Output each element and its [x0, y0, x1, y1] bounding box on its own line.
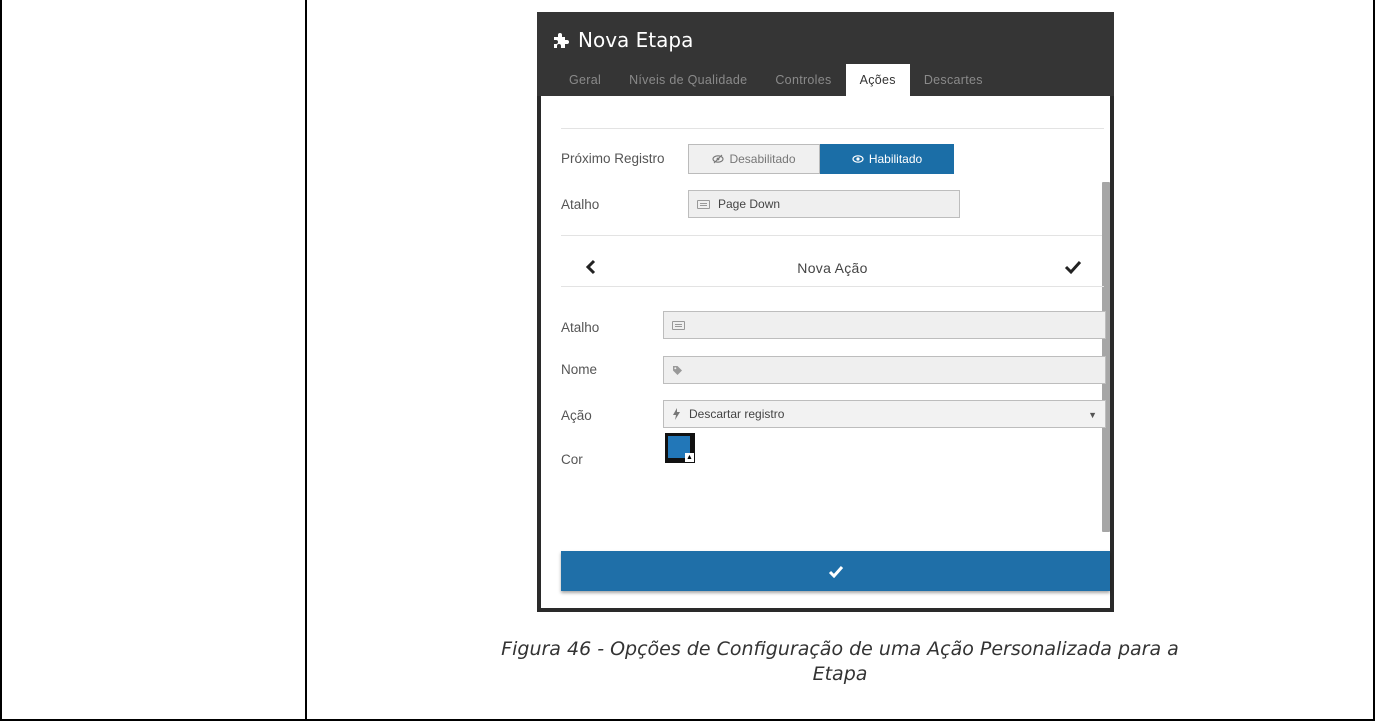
caption-line-2: Etapa [812, 663, 868, 685]
dialog-header: Nova Etapa Geral Níveis de Qualidade Con… [537, 12, 1114, 96]
tab-geral[interactable]: Geral [537, 64, 615, 96]
keyboard-icon [672, 320, 685, 330]
new-action-title: Nova Ação [797, 260, 868, 276]
tab-bar: Geral Níveis de Qualidade Controles Açõe… [537, 64, 997, 96]
tag-icon [673, 365, 682, 375]
action-shortcut-input[interactable] [663, 311, 1106, 339]
next-record-toggle: Desabilitado Habilitado [688, 144, 954, 174]
dialog-body: Próximo Registro Desabilitado Habilitado… [561, 96, 1110, 608]
name-label: Nome [561, 362, 598, 377]
shortcut-value: Page Down [718, 197, 781, 211]
color-label: Cor [561, 452, 583, 467]
check-icon [828, 565, 843, 578]
divider [561, 286, 1104, 287]
next-record-label: Próximo Registro [561, 151, 665, 166]
dialog-title-text: Nova Etapa [578, 28, 694, 52]
divider [561, 235, 1104, 236]
caption-line-1: Figura 46 - Opções de Configuração de um… [501, 638, 1179, 660]
shortcut-label: Atalho [561, 197, 600, 212]
eye-icon [852, 155, 864, 163]
keyboard-icon [697, 199, 710, 209]
new-action-header: Nova Ação [561, 252, 1104, 284]
figure-caption: Figura 46 - Opções de Configuração de um… [307, 637, 1373, 687]
tab-niveis-de-qualidade[interactable]: Níveis de Qualidade [615, 64, 761, 96]
color-picker[interactable]: ▲ [665, 433, 695, 463]
puzzle-icon [554, 33, 569, 48]
action-select-value: Descartar registro [689, 407, 785, 421]
name-input[interactable] [663, 356, 1106, 384]
dialog-title: Nova Etapa [552, 28, 693, 52]
table-column-divider [305, 0, 307, 721]
enabled-option-button[interactable]: Habilitado [820, 144, 954, 174]
action-select[interactable]: Descartar registro ▼ [663, 400, 1106, 428]
disabled-option-button[interactable]: Desabilitado [688, 144, 820, 174]
action-shortcut-label: Atalho [561, 320, 600, 335]
action-label: Ação [561, 408, 592, 423]
bolt-icon [673, 408, 680, 420]
enabled-option-label: Habilitado [868, 152, 923, 166]
eye-slash-icon [712, 154, 725, 164]
caret-up-icon: ▲ [685, 453, 694, 462]
check-icon[interactable] [1064, 259, 1082, 275]
disabled-option-label: Desabilitado [729, 152, 796, 166]
caret-down-icon: ▼ [1088, 410, 1097, 420]
tab-descartes[interactable]: Descartes [910, 64, 997, 96]
nova-etapa-dialog: Nova Etapa Geral Níveis de Qualidade Con… [537, 12, 1114, 612]
shortcut-input[interactable]: Page Down [688, 190, 960, 218]
divider [561, 128, 1104, 129]
tab-controles[interactable]: Controles [761, 64, 845, 96]
tab-acoes[interactable]: Ações [845, 64, 910, 96]
save-button[interactable] [561, 551, 1110, 591]
